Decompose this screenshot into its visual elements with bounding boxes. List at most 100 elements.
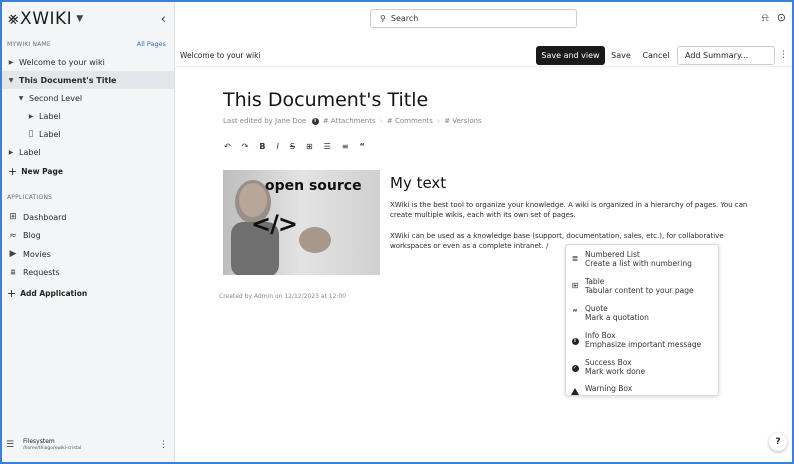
separator-icon: › bbox=[379, 117, 383, 125]
menu-item-numbered-list[interactable]: ≣ Numbered List Create a list with numbe… bbox=[566, 246, 718, 272]
separator-icon: › bbox=[437, 117, 440, 125]
search-icon: ⚲ bbox=[380, 14, 386, 23]
app-label: Requests bbox=[23, 268, 60, 278]
caret-down-icon[interactable]: ▼ bbox=[6, 77, 16, 84]
user-icon[interactable]: ⊙ bbox=[777, 11, 786, 25]
more-vertical-icon[interactable]: ⋮ bbox=[779, 50, 788, 60]
chevron-down-icon[interactable]: ▼ bbox=[76, 14, 83, 24]
tree-item-label-1[interactable]: ▶ Label bbox=[2, 107, 174, 125]
tree-item-label: Welcome to your wiki bbox=[19, 57, 105, 67]
applications-label: APPLICATIONS bbox=[7, 194, 53, 201]
app-label: Blog bbox=[23, 231, 41, 241]
app-item-movies[interactable]: ▶ Movies bbox=[2, 245, 174, 264]
comments-link[interactable]: # Comments bbox=[387, 117, 433, 125]
wiki-section-header: MYWIKI NAME All Pages bbox=[2, 38, 174, 50]
all-pages-link[interactable]: All Pages bbox=[137, 40, 166, 48]
plus-icon: + bbox=[8, 164, 18, 178]
menu-item-success-box[interactable]: ✓ Success Box Mark work done bbox=[566, 354, 718, 380]
tree-item-label-3[interactable]: ▶ Label bbox=[2, 143, 174, 161]
summary-input[interactable]: Add Summary... bbox=[677, 46, 775, 65]
tree-item-welcome[interactable]: ▶ Welcome to your wiki bbox=[2, 53, 174, 71]
quote-icon[interactable]: “ bbox=[360, 142, 365, 151]
menu-item-text: Numbered List Create a list with numberi… bbox=[585, 250, 692, 269]
add-application-button[interactable]: + Add Application bbox=[2, 284, 174, 302]
storage-selector[interactable]: ☰ Filesystem /home/thiago/xwiki-cristal … bbox=[6, 434, 172, 456]
caret-right-icon[interactable]: ▶ bbox=[26, 113, 36, 120]
image-caption-code: </> bbox=[251, 210, 298, 238]
menu-item-text: Success Box Mark work done bbox=[585, 358, 645, 377]
help-button[interactable]: ? bbox=[769, 433, 787, 451]
menu-item-text: Info Box Emphasize important message bbox=[585, 331, 701, 350]
bell-icon[interactable]: ⍾ bbox=[761, 11, 768, 25]
menu-item-desc: Emphasize important message bbox=[585, 340, 702, 349]
save-and-view-button[interactable]: Save and view bbox=[536, 46, 605, 65]
versions-link[interactable]: # Versions bbox=[444, 117, 481, 125]
bold-icon[interactable]: B bbox=[259, 142, 265, 151]
rss-icon: ≈ bbox=[9, 230, 17, 241]
tree-item-label-2[interactable]: ▯ Label bbox=[2, 125, 174, 143]
app-item-blog[interactable]: ≈ Blog bbox=[2, 227, 174, 246]
search-input[interactable]: ⚲ Search bbox=[370, 9, 577, 28]
new-page-button[interactable]: + New Page bbox=[2, 162, 174, 180]
tree-item-label: Label bbox=[39, 129, 61, 139]
storage-info: Filesystem /home/thiago/xwiki-cristal bbox=[23, 438, 81, 452]
play-icon: ▶ bbox=[9, 249, 17, 260]
menu-item-table[interactable]: ⊞ Table Tabular content to your page bbox=[566, 273, 718, 299]
caret-right-icon[interactable]: ▶ bbox=[6, 59, 16, 66]
numbered-list-icon[interactable]: ≡ bbox=[342, 142, 349, 151]
quote-icon: “ bbox=[572, 308, 578, 317]
formatting-toolbar: ↶ ↷ B I S ⊞ ☰ ≡ “ bbox=[224, 142, 365, 151]
menu-item-info-box[interactable]: i Info Box Emphasize important message bbox=[566, 327, 718, 353]
save-button[interactable]: Save bbox=[606, 46, 636, 65]
table-icon: ⊞ bbox=[571, 281, 579, 290]
wiki-logo[interactable]: ⨳ XWIKI ▼ bbox=[8, 9, 84, 29]
info-icon: i bbox=[311, 117, 319, 125]
storage-name: Filesystem bbox=[23, 438, 55, 445]
check-circle-icon: ✓ bbox=[571, 365, 579, 372]
redo-icon[interactable]: ↷ bbox=[242, 142, 249, 151]
tree-item-label: Second Level bbox=[29, 93, 83, 103]
document-meta: Last edited by Jane Doe i # Attachments … bbox=[223, 117, 482, 125]
add-application-label: Add Application bbox=[20, 288, 88, 298]
menu-item-desc: Mark a quotation bbox=[585, 313, 649, 322]
section-heading: My text bbox=[390, 174, 447, 192]
more-vertical-icon[interactable]: ⋮ bbox=[159, 440, 172, 450]
edit-toolbar: Welcome to your wiki Save and view Save … bbox=[176, 45, 792, 67]
storage-path: /home/thiago/xwiki-cristal bbox=[23, 446, 82, 451]
italic-icon[interactable]: I bbox=[277, 142, 279, 151]
logo-text: XWIKI bbox=[20, 9, 73, 29]
menu-item-warning-box[interactable]: Warning Box bbox=[566, 380, 718, 395]
attachments-link[interactable]: # Attachments bbox=[323, 117, 376, 125]
breadcrumb[interactable]: Welcome to your wiki bbox=[180, 51, 261, 60]
document-image[interactable]: open source </> bbox=[223, 170, 380, 275]
bullet-list-icon[interactable]: ☰ bbox=[324, 142, 331, 151]
menu-item-text: Warning Box bbox=[585, 384, 632, 393]
cancel-button[interactable]: Cancel bbox=[638, 46, 674, 65]
app-label: Movies bbox=[23, 249, 51, 259]
app-item-dashboard[interactable]: ⊞ Dashboard bbox=[2, 208, 174, 227]
numbered-list-icon: ≣ bbox=[571, 254, 579, 263]
menu-item-title: Success Box bbox=[585, 358, 632, 367]
menu-item-desc: Mark work done bbox=[585, 367, 646, 376]
undo-icon[interactable]: ↶ bbox=[224, 142, 231, 151]
table-icon[interactable]: ⊞ bbox=[306, 142, 313, 151]
strikethrough-icon[interactable]: S bbox=[290, 142, 295, 151]
menu-item-title: Table bbox=[585, 277, 605, 286]
menu-item-quote[interactable]: “ Quote Mark a quotation bbox=[566, 300, 718, 326]
app-label: Dashboard bbox=[23, 212, 67, 222]
tree-item-label: This Document's Title bbox=[19, 75, 117, 85]
new-page-label: New Page bbox=[21, 166, 63, 176]
tree-item-second-level[interactable]: ▼ Second Level bbox=[2, 89, 174, 107]
tree-item-document-title[interactable]: ▼ This Document's Title bbox=[2, 71, 174, 89]
menu-item-desc: Tabular content to your page bbox=[585, 286, 694, 295]
caret-down-icon[interactable]: ▼ bbox=[16, 95, 26, 102]
created-by-text: Created by Admin on 12/12/2023 at 12:00 bbox=[219, 293, 347, 300]
database-icon: ☰ bbox=[6, 440, 15, 450]
collapse-sidebar-icon[interactable]: ‹ bbox=[161, 12, 166, 27]
caret-right-icon[interactable]: ▶ bbox=[6, 149, 16, 156]
menu-item-desc: Create a list with numbering bbox=[585, 259, 692, 268]
menu-item-title: Info Box bbox=[585, 331, 616, 340]
top-actions: ⍾ ⊙ bbox=[761, 11, 786, 25]
app-item-requests[interactable]: ⩩ Requests bbox=[2, 264, 174, 283]
page-title: This Document's Title bbox=[223, 89, 429, 111]
